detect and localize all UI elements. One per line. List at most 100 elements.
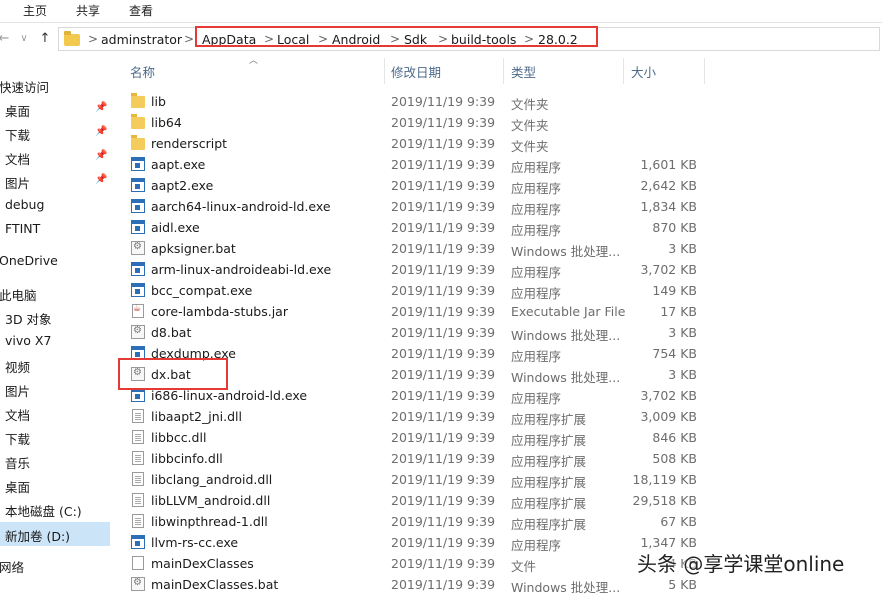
sidebar-item-3d-objects[interactable]: 3D 对象 [0,306,110,328]
file-date: 2019/11/19 9:39 [391,535,496,550]
pin-icon: 📌 [95,126,108,137]
file-row[interactable]: aapt2.exe 2019/11/19 9:39 应用程序 2,642 KB [120,175,882,196]
sort-ascending-icon: ︿ [249,56,259,66]
column-header-type[interactable]: 类型 [511,62,536,84]
file-name: bcc_compat.exe [151,283,253,298]
sidebar-item-this-pc[interactable]: 此电脑 [0,282,110,304]
up-arrow-icon[interactable]: ↑ [37,31,53,47]
file-name: aarch64-linux-android-ld.exe [151,199,331,214]
file-size: 754 KB [652,346,697,361]
file-row[interactable]: bcc_compat.exe 2019/11/19 9:39 应用程序 149 KB [120,280,882,301]
sidebar-item-ftint[interactable]: FTINT [0,218,110,240]
sidebar-item-documents[interactable]: 文档 📌 [0,146,110,168]
file-date: 2019/11/19 9:39 [391,241,496,256]
sidebar-item-drive-c[interactable]: 本地磁盘 (C:) [0,498,110,520]
back-arrow-icon[interactable]: ← [0,31,12,47]
exe-file-icon [131,283,145,297]
column-header-size[interactable]: 大小 [631,62,656,84]
file-date: 2019/11/19 9:39 [391,556,496,571]
exe-file-icon [131,262,145,276]
dll-file-icon [132,514,144,528]
sidebar-item-debug[interactable]: debug [0,194,110,216]
file-type: 应用程序 [511,349,562,364]
ribbon-tab-share[interactable]: 共享 [76,2,100,19]
dll-file-icon [132,409,144,423]
file-row[interactable]: aapt.exe 2019/11/19 9:39 应用程序 1,601 KB [120,154,882,175]
file-row[interactable]: mainDexClasses.bat2019/11/19 9:39Windows… [120,574,882,595]
file-type: 文件夹 [511,97,549,112]
bat-file-icon [131,325,145,339]
folder-icon [131,93,145,108]
pin-icon: 📌 [95,102,108,113]
file-name: i686-linux-android-ld.exe [151,388,308,403]
sidebar-item-onedrive[interactable]: OneDrive [0,250,110,272]
column-header-name[interactable]: 名称 [130,62,155,84]
column-divider[interactable] [384,58,385,84]
file-row[interactable]: lib 2019/11/19 9:39 文件夹 [120,91,882,112]
sidebar-item-downloads-pc[interactable]: 下载 [0,426,110,448]
file-type: 应用程序扩展 [511,475,587,490]
column-divider[interactable] [704,58,705,84]
sidebar-item-desktop[interactable]: 桌面 📌 [0,98,110,120]
exe-file-icon [131,157,145,171]
sidebar-item-videos[interactable]: 视频 [0,354,110,376]
file-name: libLLVM_android.dll [151,493,271,508]
file-type: 文件 [511,559,537,574]
file-row[interactable]: apksigner.bat2019/11/19 9:39Windows 批处理.… [120,238,882,259]
file-type: 文件夹 [511,139,549,154]
file-row[interactable]: core-lambda-stubs.jar2019/11/19 9:39Exec… [120,301,882,322]
sidebar-item-documents-pc[interactable]: 文档 [0,402,110,424]
file-date: 2019/11/19 9:39 [391,157,496,172]
file-type: 应用程序扩展 [511,433,587,448]
breadcrumb-adminstrator[interactable]: adminstrator [101,32,182,47]
file-row[interactable]: libwinpthread-1.dll 2019/11/19 9:39 应用程序扩展… [120,511,882,532]
file-type: 应用程序 [511,265,562,280]
column-header-date[interactable]: 修改日期 [391,62,441,84]
sidebar-item-music[interactable]: 音乐 [0,450,110,472]
file-row[interactable]: libbcinfo.dll 2019/11/19 9:39 应用程序扩展 508 KB [120,448,882,469]
file-row[interactable]: d8.bat2019/11/19 9:39Windows 批处理...3 KB [120,322,882,343]
sidebar-item-drive-d[interactable]: 新加卷 (D:) [0,522,110,546]
breadcrumb-separator: > [88,32,99,46]
dll-file-icon [132,493,144,507]
sidebar-item-quick-access[interactable]: 快速访问 [0,74,110,96]
sidebar-item-vivo-x7[interactable]: vivo X7 [0,330,110,352]
file-row[interactable]: lib64 2019/11/19 9:39 文件夹 [120,112,882,133]
file-type: 应用程序 [511,181,562,196]
column-divider[interactable] [503,58,504,84]
breadcrumb-separator[interactable]: > [184,32,194,46]
sidebar-item-desktop-pc[interactable]: 桌面 [0,474,110,496]
file-row[interactable]: renderscript 2019/11/19 9:39 文件夹 [120,133,882,154]
file-row[interactable]: i686-linux-android-ld.exe 2019/11/19 9:39… [120,385,882,406]
file-row[interactable]: aidl.exe 2019/11/19 9:39 应用程序 870 KB [120,217,882,238]
column-divider[interactable] [623,58,624,84]
file-row[interactable]: aarch64-linux-android-ld.exe 2019/11/19 9… [120,196,882,217]
ribbon-tab-home[interactable]: 主页 [23,2,47,19]
ribbon-tab-view[interactable]: 查看 [129,2,153,19]
exe-file-icon [131,388,145,402]
file-name: aidl.exe [151,220,200,235]
file-type: 文件夹 [511,118,549,133]
file-name: aapt2.exe [151,178,214,193]
sidebar-item-pictures[interactable]: 图片 📌 [0,170,110,192]
exe-file-icon [131,199,145,213]
file-name: libwinpthread-1.dll [151,514,268,529]
file-row[interactable]: libLLVM_android.dll 2019/11/19 9:39 应用程序扩展… [120,490,882,511]
file-size: 508 KB [652,451,697,466]
file-size: 846 KB [652,430,697,445]
file-row[interactable]: dexdump.exe 2019/11/19 9:39 应用程序 754 KB [120,343,882,364]
file-row[interactable]: dx.bat2019/11/19 9:39Windows 批处理...3 KB [120,364,882,385]
sidebar-item-downloads[interactable]: 下载 📌 [0,122,110,144]
sidebar-item-network[interactable]: 网络 [0,554,110,576]
file-row[interactable]: libaapt2_jni.dll 2019/11/19 9:39 应用程序扩展 3,0… [120,406,882,427]
file-row[interactable]: libbcc.dll 2019/11/19 9:39 应用程序扩展 846 KB [120,427,882,448]
file-date: 2019/11/19 9:39 [391,325,496,340]
history-chevron-icon[interactable]: ∨ [16,31,32,47]
sidebar-item-pictures-pc[interactable]: 图片 [0,378,110,400]
file-name: lib64 [151,115,182,130]
file-row[interactable]: libclang_android.dll 2019/11/19 9:39 应用程序扩… [120,469,882,490]
jar-file-icon [132,304,144,318]
file-date: 2019/11/19 9:39 [391,178,496,193]
file-name: libbcinfo.dll [151,451,223,466]
file-row[interactable]: arm-linux-androideabi-ld.exe 2019/11/19 9… [120,259,882,280]
